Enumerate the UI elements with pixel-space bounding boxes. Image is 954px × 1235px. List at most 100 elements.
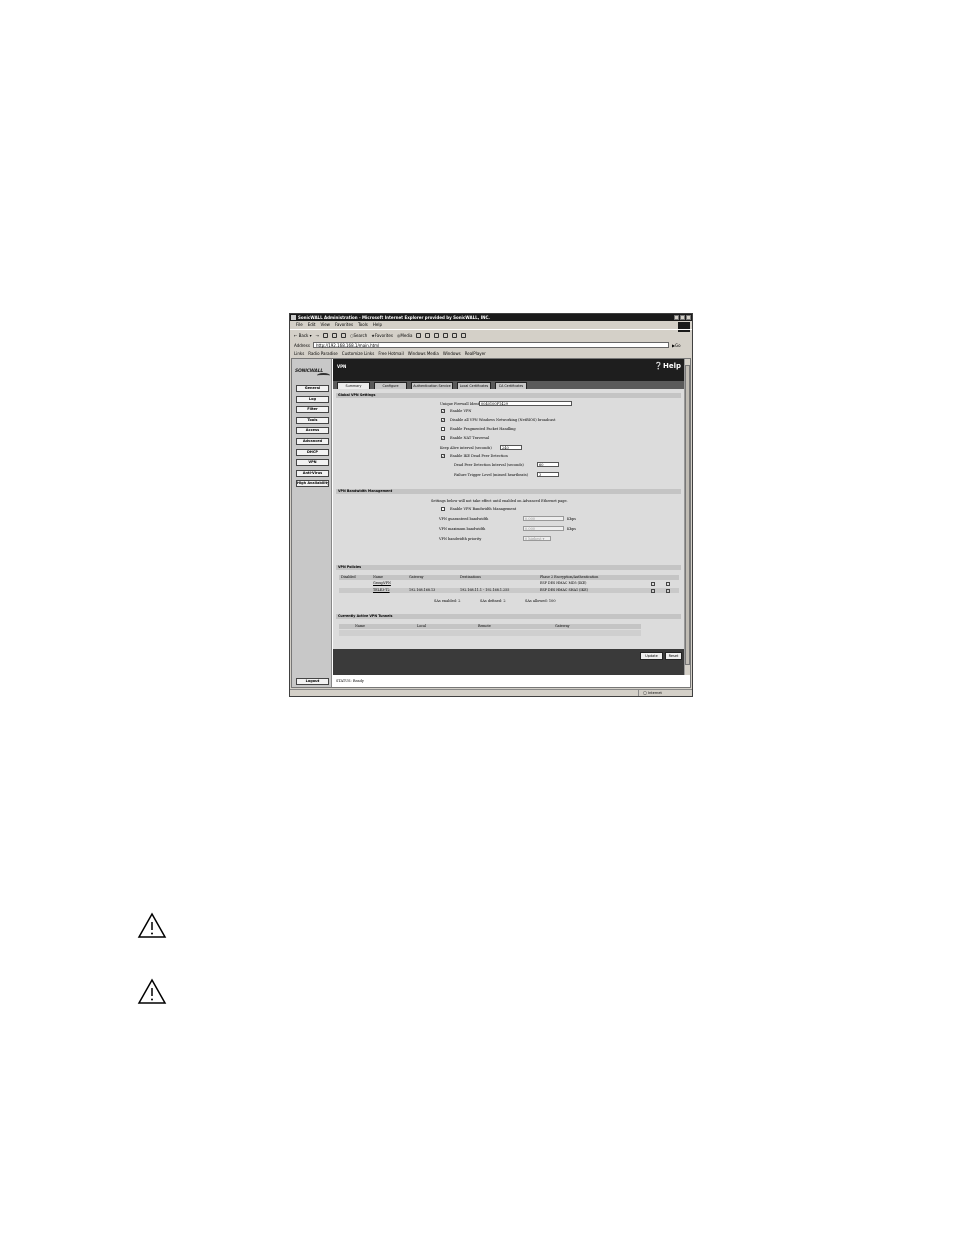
links-label: Links [294, 350, 305, 356]
keepalive-field[interactable]: 240 [500, 445, 522, 450]
edit-icon[interactable] [651, 589, 655, 593]
sidebar-item-filter[interactable]: Filter [296, 406, 329, 414]
trash-icon[interactable] [666, 582, 670, 586]
browser-window: SonicWALL Administration - Microsoft Int… [289, 313, 693, 697]
edit-icon[interactable] [651, 582, 655, 586]
dpd-checkbox[interactable]: ✓ [441, 454, 445, 458]
policies-table-header: Disabled Name Gateway Destinations Phase… [339, 575, 679, 580]
toolbar: ← Back ▾ → ○Search ★Favorites ◎Media [290, 329, 692, 340]
bandwidth-note: Settings below will not take effect unti… [431, 499, 568, 503]
warning-icon [137, 978, 167, 1004]
search-button[interactable]: ○Search [350, 330, 367, 341]
tunnel-col-name: Name [355, 624, 365, 628]
stop-icon[interactable] [322, 332, 328, 338]
link-windows[interactable]: Windows [443, 351, 461, 356]
policy-gateway: 192.168.168.13 [409, 588, 436, 592]
menu-favorites[interactable]: Favorites [335, 321, 353, 328]
scrollbar-thumb[interactable] [685, 365, 690, 665]
tunnels-table-header: Name Local Remote Gateway [339, 624, 641, 629]
back-button[interactable]: ← Back ▾ [294, 330, 312, 341]
sidebar-item-vpn[interactable]: VPN [296, 459, 329, 467]
forward-button[interactable]: → [316, 330, 319, 341]
enable-bandwidth-checkbox[interactable] [441, 507, 445, 511]
bandwidth-management-header: VPN Bandwidth Management [336, 489, 681, 494]
update-button[interactable]: Update [640, 652, 663, 660]
link-realplayer[interactable]: RealPlayer [465, 351, 486, 356]
links-bar: Links Radio Paradise Customize Links Fre… [290, 349, 692, 357]
global-vpn-settings-header: Global VPN Settings [336, 393, 681, 398]
netbios-checkbox[interactable]: ✓ [441, 418, 445, 422]
table-row: TELE3-T2 192.168.168.13 192.168.11.1 - 1… [339, 588, 679, 593]
go-button[interactable]: ▶Go [672, 343, 681, 348]
favorites-button[interactable]: ★Favorites [371, 330, 393, 341]
policy-phase2: ESP DES HMAC SHA1 (IKE) [540, 588, 588, 592]
print-icon[interactable] [434, 332, 440, 338]
sidebar-item-general[interactable]: General [296, 385, 329, 392]
policy-name-link[interactable]: GroupVPN [373, 581, 391, 586]
nat-traversal-checkbox[interactable]: ✓ [441, 436, 445, 440]
menu-file[interactable]: File [296, 321, 303, 328]
bandwidth-priority-label: VPN bandwidth priority [439, 537, 482, 541]
maximum-bandwidth-field[interactable]: 0.000 [523, 526, 564, 531]
netbios-label: Disable all VPN Windows Networking (NetB… [450, 418, 556, 422]
menu-edit[interactable]: Edit [308, 321, 316, 328]
home-icon[interactable] [340, 332, 346, 338]
enable-vpn-checkbox[interactable]: ✓ [441, 409, 445, 413]
failure-trigger-field[interactable]: 3 [537, 472, 559, 477]
sas-enabled: SAs enabled: 2 [434, 599, 461, 603]
minimize-icon[interactable] [674, 315, 679, 320]
edit-icon[interactable] [443, 332, 449, 338]
address-input[interactable]: http://192.168.168.1/main.html [312, 342, 669, 348]
sidebar-item-high-availability[interactable]: High Availability [296, 480, 329, 488]
tab-ca-certificates[interactable]: CA Certificates [495, 382, 527, 389]
enable-vpn-label: Enable VPN [450, 409, 472, 413]
tab-local-certificates[interactable]: Local Certificates [457, 382, 491, 389]
policy-name-link[interactable]: TELE3-T2 [373, 588, 390, 593]
guaranteed-unit: Kbps [567, 517, 576, 521]
sidebar-item-advanced[interactable]: Advanced [296, 438, 329, 445]
sidebar-item-dhcp[interactable]: DHCP [296, 448, 329, 456]
refresh-icon[interactable] [331, 332, 337, 338]
discuss-icon[interactable] [452, 332, 458, 338]
policy-destinations: 192.168.11.1 - 192.168.1.255 [460, 588, 510, 592]
unique-id-field[interactable]: 0040100F1429 [479, 401, 572, 406]
help-link[interactable]: ❔Help [654, 362, 681, 370]
fragmented-checkbox[interactable] [441, 427, 445, 431]
sidebar-item-log[interactable]: Log [296, 395, 329, 403]
sidebar-item-access[interactable]: Access [296, 427, 329, 435]
close-icon[interactable] [686, 315, 691, 320]
tunnel-col-local: Local [417, 624, 427, 628]
tab-authentication-service[interactable]: Authentication Service [411, 382, 453, 389]
page-header: VPN ❔Help [333, 359, 684, 381]
menu-view[interactable]: View [320, 321, 330, 328]
mail-icon[interactable] [425, 332, 431, 338]
sidebar-item-anti-virus[interactable]: Anti-Virus [296, 469, 329, 477]
link-windows-media[interactable]: Windows Media [408, 351, 439, 356]
dpd-label: Enable IKE Dead Peer Detection [450, 454, 508, 458]
web-page: SONICWALL General Log Filter Tools Acces… [291, 358, 691, 688]
trash-icon[interactable] [666, 589, 670, 593]
link-radio-paradise[interactable]: Radio Paradise [308, 351, 338, 356]
bandwidth-priority-select[interactable]: 0 highest ▾ [523, 536, 551, 541]
history-icon[interactable] [416, 332, 422, 338]
col-name: Name [373, 575, 383, 579]
menu-help[interactable]: Help [373, 321, 382, 328]
maximize-icon[interactable] [680, 315, 685, 320]
link-customize-links[interactable]: Customize Links [342, 351, 375, 356]
sidebar-item-tools[interactable]: Tools [296, 416, 329, 424]
maximum-unit: Kbps [567, 527, 576, 531]
col-gateway: Gateway [409, 575, 424, 579]
tab-bar: Summary Configure Authentication Service… [333, 381, 684, 389]
scrollbar[interactable] [684, 359, 690, 675]
guaranteed-bandwidth-field[interactable]: 0.000 [523, 516, 564, 521]
dpd-interval-field[interactable]: 60 [537, 462, 559, 467]
menu-tools[interactable]: Tools [358, 321, 368, 328]
tab-summary[interactable]: Summary [337, 382, 370, 389]
logout-button[interactable]: Logout [296, 678, 329, 685]
reset-button[interactable]: Reset [665, 652, 682, 660]
nat-traversal-label: Enable NAT Traversal [450, 436, 490, 440]
tab-configure[interactable]: Configure [374, 382, 407, 389]
messenger-icon[interactable] [461, 332, 467, 338]
link-free-hotmail[interactable]: Free Hotmail [378, 351, 403, 356]
media-button[interactable]: ◎Media [397, 330, 413, 341]
